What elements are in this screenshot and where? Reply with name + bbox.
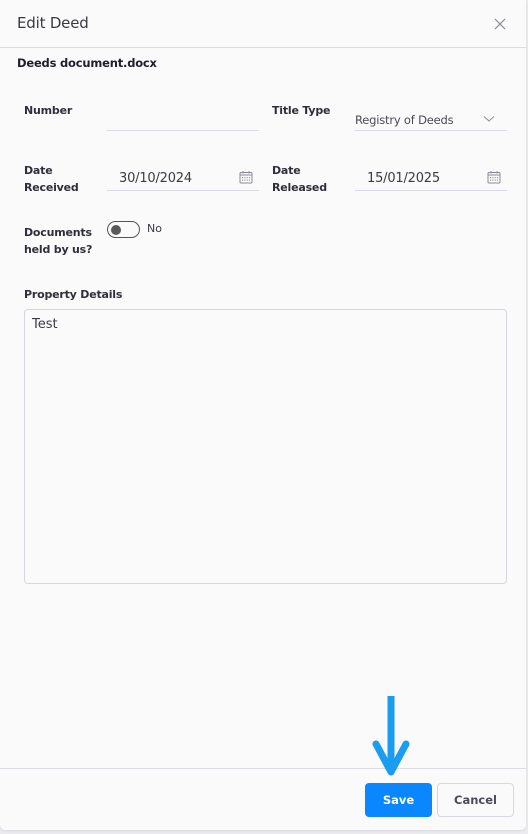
dialog-footer: Save Cancel [0, 768, 526, 830]
save-button[interactable]: Save [365, 783, 432, 817]
close-icon [494, 18, 506, 30]
cancel-button[interactable]: Cancel [437, 783, 514, 817]
close-button[interactable] [493, 16, 507, 30]
toggle-knob [111, 224, 121, 235]
property-details-value: Test [32, 317, 58, 332]
property-details-textarea[interactable]: Test [24, 309, 507, 584]
date-received-input[interactable]: 30/10/2024 [107, 165, 259, 191]
edit-deed-dialog: Edit Deed Deeds document.docx Number Tit… [0, 0, 526, 830]
toggle-state-label: No [147, 222, 162, 235]
document-name: Deeds document.docx [17, 56, 157, 70]
property-details-label: Property Details [24, 288, 123, 301]
date-released-label: Date Released [272, 162, 327, 196]
title-type-label: Title Type [272, 104, 331, 117]
date-released-value: 15/01/2025 [367, 171, 440, 186]
documents-held-label-line1: Documents [24, 226, 92, 239]
calendar-icon[interactable] [239, 170, 253, 184]
documents-held-label-line2: held by us? [24, 243, 93, 256]
calendar-icon[interactable] [487, 170, 501, 184]
dialog-title: Edit Deed [17, 14, 89, 32]
date-released-label-line1: Date [272, 164, 301, 177]
date-received-value: 30/10/2024 [119, 171, 192, 186]
documents-held-label: Documents held by us? [24, 224, 92, 258]
annotation-arrow-icon [372, 696, 410, 776]
title-type-value: Registry of Deeds [355, 113, 454, 127]
date-received-label-line1: Date [24, 164, 53, 177]
date-released-input[interactable]: 15/01/2025 [355, 165, 507, 191]
number-input[interactable] [107, 105, 259, 131]
number-label: Number [24, 104, 73, 117]
date-received-label: Date Received [24, 162, 79, 196]
date-released-label-line2: Released [272, 181, 327, 194]
date-received-label-line2: Received [24, 181, 79, 194]
dialog-header: Edit Deed [0, 0, 526, 48]
chevron-down-icon [483, 116, 495, 122]
title-type-select[interactable]: Registry of Deeds [355, 105, 507, 131]
documents-held-toggle[interactable] [107, 221, 140, 238]
